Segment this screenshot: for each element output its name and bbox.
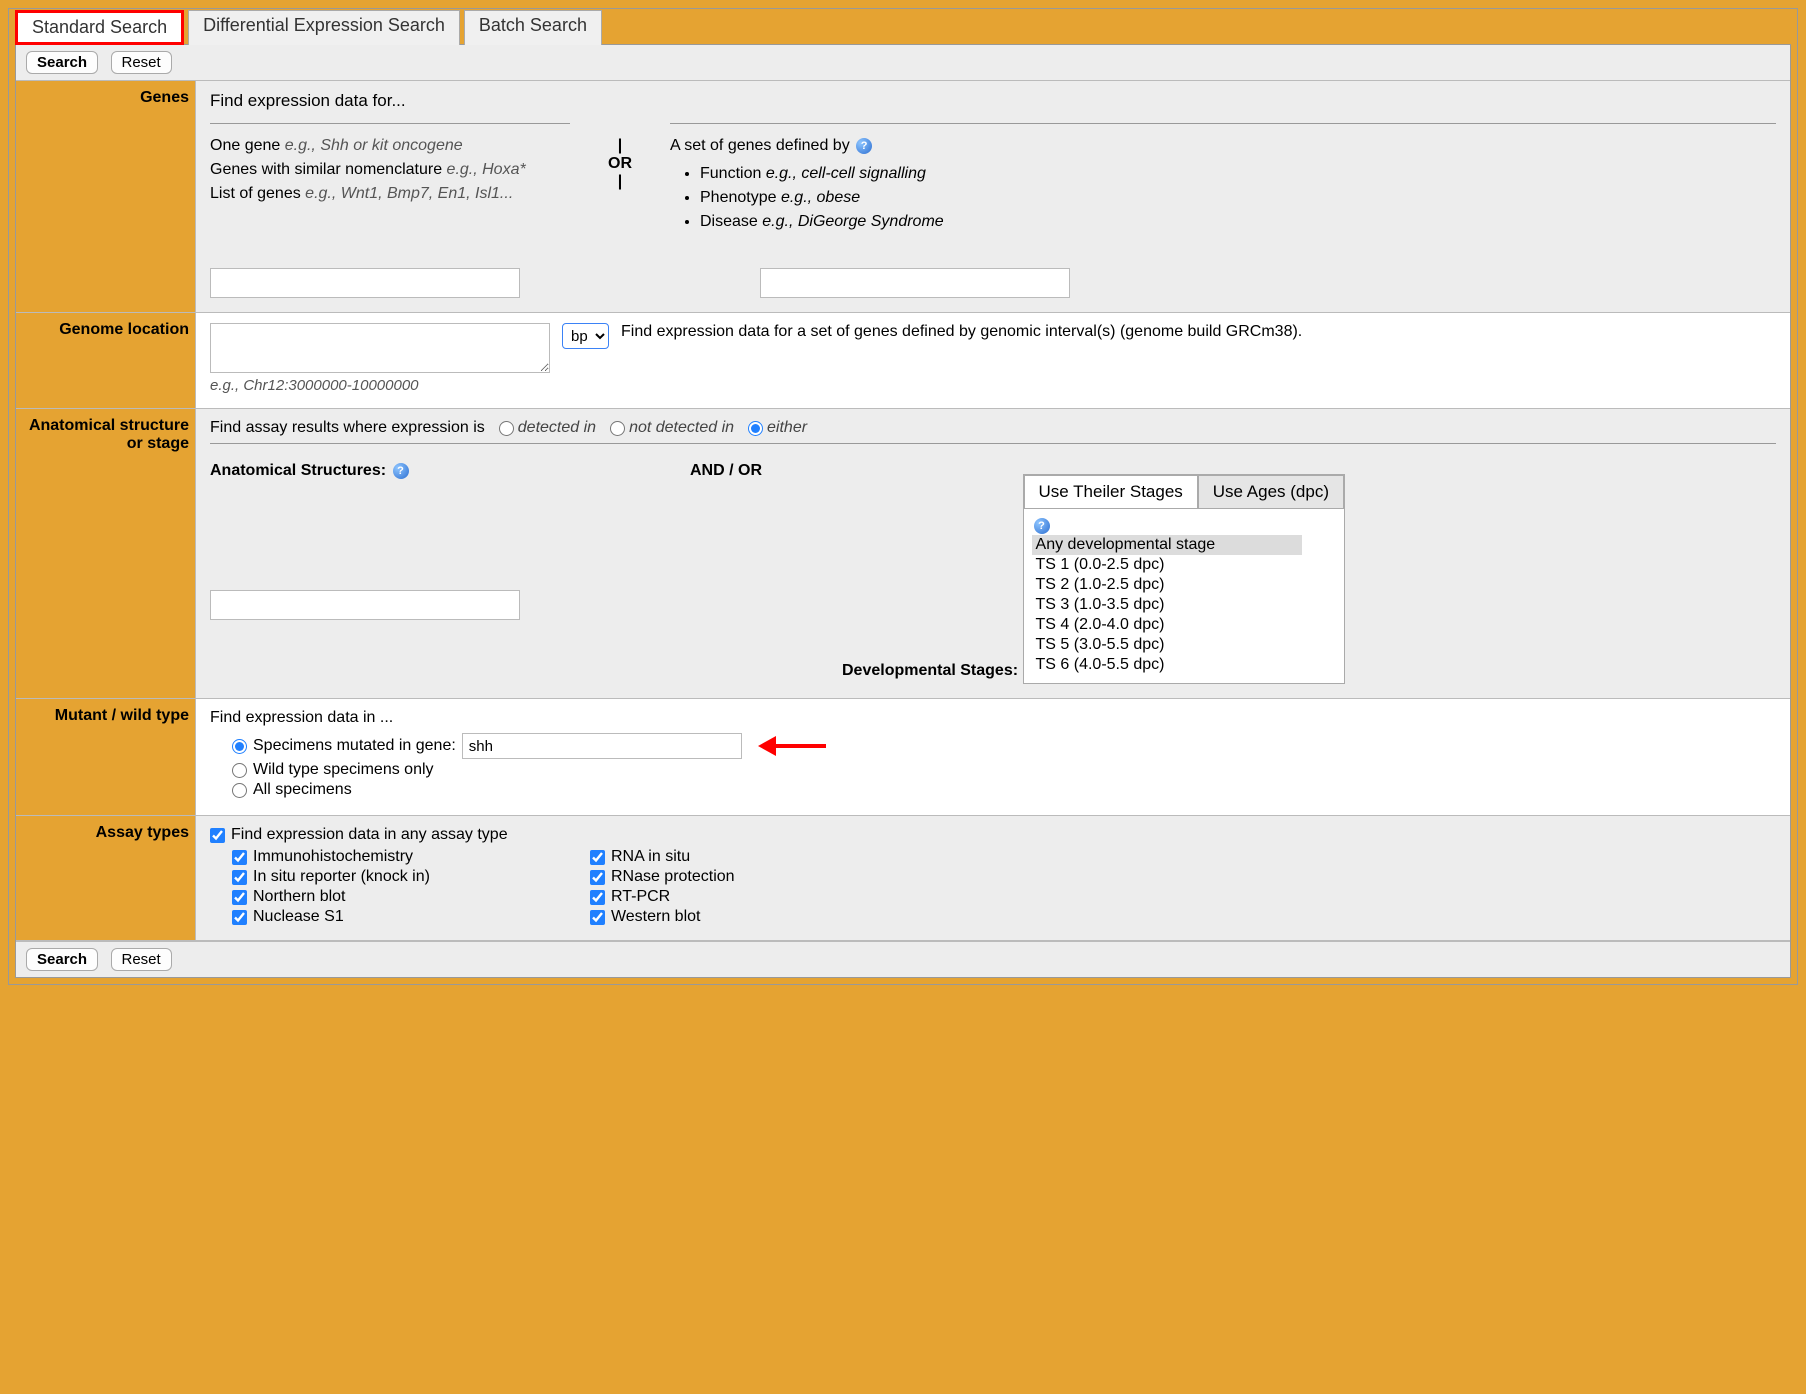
wild-type-label: Wild type specimens only: [253, 761, 434, 779]
help-icon[interactable]: ?: [393, 463, 409, 479]
radio-either[interactable]: either: [748, 419, 807, 437]
checkbox-assay[interactable]: [590, 870, 605, 885]
checkbox-assay[interactable]: [232, 850, 247, 865]
bottom-button-row: Search Reset: [16, 941, 1790, 977]
stage-option[interactable]: TS 5 (3.0-5.5 dpc): [1032, 635, 1302, 655]
radio-wild-type[interactable]: [232, 763, 247, 778]
gene-input-left[interactable]: [210, 268, 520, 298]
checkbox-assay[interactable]: [232, 910, 247, 925]
checkbox-assay[interactable]: [590, 910, 605, 925]
stage-option[interactable]: TS 6 (4.0-5.5 dpc): [1032, 655, 1302, 675]
tab-theiler-stages[interactable]: Use Theiler Stages: [1024, 475, 1198, 509]
genes-heading: Find expression data for...: [210, 91, 1776, 111]
genes-bullet-function: Function e.g., cell-cell signalling: [700, 162, 1776, 186]
help-icon[interactable]: ?: [856, 138, 872, 154]
genome-hint: e.g., Chr12:3000000-10000000: [210, 377, 1776, 394]
genome-description: Find expression data for a set of genes …: [621, 323, 1776, 341]
genes-bullet-disease: Disease e.g., DiGeorge Syndrome: [700, 210, 1776, 234]
search-button[interactable]: Search: [26, 51, 98, 74]
all-specimens-label: All specimens: [253, 781, 352, 799]
search-button[interactable]: Search: [26, 948, 98, 971]
genes-similar: Genes with similar nomenclature e.g., Ho…: [210, 158, 570, 182]
help-icon[interactable]: ?: [1034, 518, 1050, 534]
radio-all-specimens[interactable]: [232, 783, 247, 798]
assay-label: RNase protection: [611, 868, 735, 886]
assay-label: Northern blot: [253, 888, 346, 906]
section-label-genes: Genes: [16, 81, 196, 312]
assay-label: Immunohistochemistry: [253, 848, 413, 866]
radio-specimens-mutated[interactable]: [232, 739, 247, 754]
developmental-stage-list[interactable]: Any developmental stage TS 1 (0.0-2.5 dp…: [1032, 535, 1302, 675]
top-button-row: Search Reset: [16, 45, 1790, 81]
stage-option[interactable]: TS 3 (1.0-3.5 dpc): [1032, 595, 1302, 615]
assay-label: RNA in situ: [611, 848, 690, 866]
genes-or-separator: | OR |: [600, 117, 640, 191]
checkbox-any-assay[interactable]: [210, 828, 225, 843]
reset-button[interactable]: Reset: [111, 51, 172, 74]
and-or-label: AND / OR: [690, 462, 762, 479]
section-label-assay: Assay types: [16, 816, 196, 940]
anat-heading: Find assay results where expression is: [210, 419, 485, 437]
assay-label: RT-PCR: [611, 888, 670, 906]
genome-unit-select[interactable]: bp: [562, 323, 609, 349]
assay-label: Nuclease S1: [253, 908, 344, 926]
arrow-annotation-icon: [758, 736, 826, 756]
anatomical-structures-input[interactable]: [210, 590, 520, 620]
any-assay-label: Find expression data in any assay type: [231, 826, 508, 844]
section-label-mutant: Mutant / wild type: [16, 699, 196, 815]
genes-one-gene: One gene e.g., Shh or kit oncogene: [210, 134, 570, 158]
genes-list: List of genes e.g., Wnt1, Bmp7, En1, Isl…: [210, 182, 570, 206]
checkbox-assay[interactable]: [232, 870, 247, 885]
genes-bullet-phenotype: Phenotype e.g., obese: [700, 186, 1776, 210]
stage-option[interactable]: Any developmental stage: [1032, 535, 1302, 555]
anatomical-structures-label: Anatomical Structures:: [210, 462, 386, 480]
stage-option[interactable]: TS 1 (0.0-2.5 dpc): [1032, 555, 1302, 575]
checkbox-assay[interactable]: [590, 850, 605, 865]
reset-button[interactable]: Reset: [111, 948, 172, 971]
genes-set-heading: A set of genes defined by ?: [670, 134, 1776, 158]
radio-detected-in[interactable]: detected in: [499, 419, 596, 437]
section-label-anatomical: Anatomical structure or stage: [16, 409, 196, 698]
checkbox-assay[interactable]: [590, 890, 605, 905]
stage-option[interactable]: TS 4 (2.0-4.0 dpc): [1032, 615, 1302, 635]
tab-differential-expression[interactable]: Differential Expression Search: [188, 10, 460, 45]
genome-location-input[interactable]: [210, 323, 550, 373]
checkbox-assay[interactable]: [232, 890, 247, 905]
mutant-heading: Find expression data in ...: [210, 709, 1776, 727]
tab-standard-search[interactable]: Standard Search: [15, 10, 184, 45]
assay-label: In situ reporter (knock in): [253, 868, 430, 886]
developmental-stages-label: Developmental Stages:: [842, 662, 1018, 680]
gene-input-right[interactable]: [760, 268, 1070, 298]
stage-option[interactable]: TS 2 (1.0-2.5 dpc): [1032, 575, 1302, 595]
tab-batch-search[interactable]: Batch Search: [464, 10, 602, 45]
assay-label: Western blot: [611, 908, 701, 926]
specimens-mutated-label: Specimens mutated in gene:: [253, 737, 456, 755]
radio-not-detected-in[interactable]: not detected in: [610, 419, 734, 437]
mutated-gene-input[interactable]: [462, 733, 742, 759]
tab-ages-dpc[interactable]: Use Ages (dpc): [1198, 475, 1344, 509]
section-label-genome: Genome location: [16, 313, 196, 408]
